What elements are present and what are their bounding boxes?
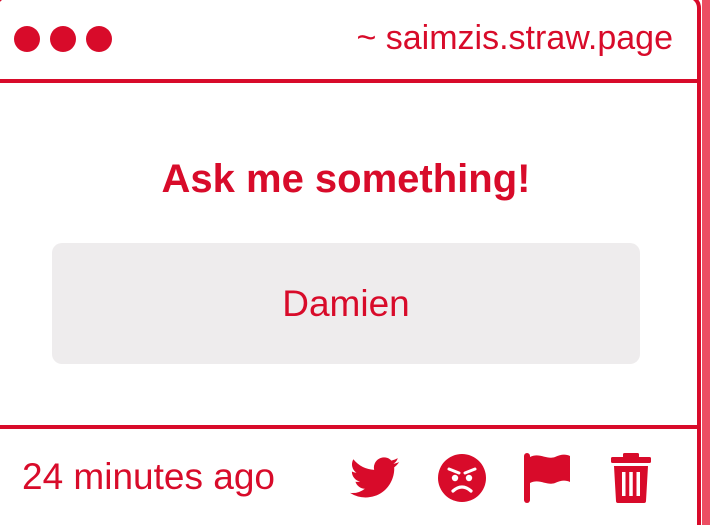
answer-box: Damien [52, 243, 640, 364]
page-url: ~ saimzis.straw.page [356, 19, 673, 57]
trash-icon [611, 453, 651, 503]
header-divider [0, 79, 701, 83]
flag-icon [524, 453, 570, 503]
twitter-icon [350, 457, 400, 498]
timestamp: 24 minutes ago [22, 456, 276, 497]
footer-divider [0, 425, 701, 429]
share-twitter-button[interactable] [349, 452, 401, 504]
card-edge [702, 0, 710, 525]
delete-button[interactable] [605, 452, 657, 504]
angry-face-icon [438, 454, 486, 502]
react-angry-button[interactable] [436, 452, 488, 504]
window-dot-3 [86, 26, 112, 52]
window-dot-1 [14, 26, 40, 52]
window-bar: ~ saimzis.straw.page [0, 0, 701, 80]
answer-text: Damien [282, 282, 410, 324]
page-title: Ask me something! [161, 157, 531, 201]
window-dot-2 [50, 26, 76, 52]
report-flag-button[interactable] [521, 452, 573, 504]
